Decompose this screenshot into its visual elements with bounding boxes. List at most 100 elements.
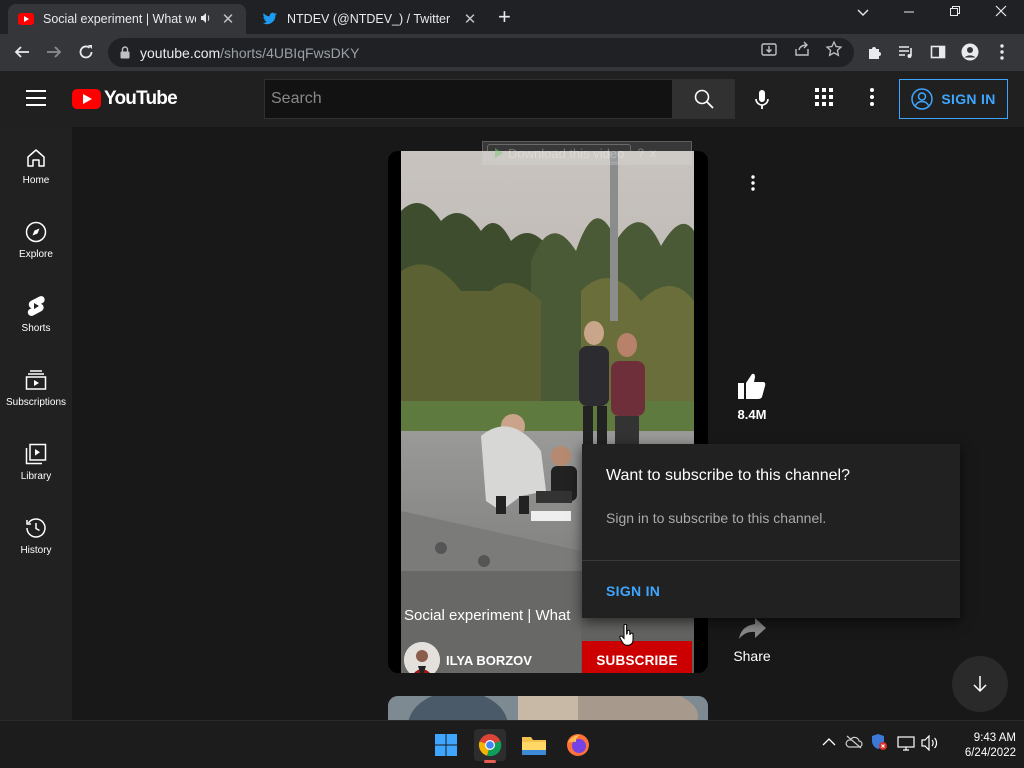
lock-icon[interactable] — [120, 46, 130, 59]
like-count: 8.4M — [737, 407, 767, 422]
close-tab-icon[interactable]: ✕ — [462, 10, 478, 28]
youtube-favicon-icon — [18, 11, 34, 27]
security-shield-icon[interactable] — [870, 733, 888, 754]
reload-icon[interactable] — [74, 40, 98, 64]
share-button[interactable]: Share — [724, 617, 780, 664]
sidebar-item-library[interactable]: Library — [0, 423, 72, 497]
close-window-icon[interactable] — [989, 4, 1013, 20]
sidebar-item-label: History — [20, 545, 52, 556]
shorts-main: Social experiment | What ILYA BORZOV SUB… — [72, 127, 1024, 720]
youtube-logo[interactable]: YouTube — [72, 88, 178, 110]
minimize-icon[interactable] — [897, 4, 921, 20]
channel-avatar[interactable] — [404, 642, 440, 673]
tab-title: NTDEV (@NTDEV_) / Twitter — [287, 12, 451, 26]
popup-heading: Want to subscribe to this channel? — [606, 467, 850, 484]
tab-twitter[interactable]: NTDEV (@NTDEV_) / Twitter ✕ — [252, 4, 488, 34]
library-icon — [25, 443, 47, 465]
youtube-play-logo-icon — [72, 89, 101, 109]
download-video-overlay[interactable]: Download this video ? x — [482, 141, 692, 165]
tab-youtube[interactable]: Social experiment | What wo ✕ — [8, 4, 246, 34]
microphone-icon — [755, 90, 769, 109]
sign-in-label: SIGN IN — [941, 91, 996, 107]
windows-taskbar: 9:43 AM 6/24/2022 — [0, 720, 1024, 768]
sidebar: Home Explore Shorts Subscriptions Librar… — [0, 127, 72, 720]
new-tab-button[interactable]: + — [498, 6, 511, 28]
browser-toolbar: youtube.com/shorts/4UBIqFwsDKY — [0, 34, 1024, 71]
like-button[interactable]: 8.4M — [724, 372, 780, 422]
browser-tab-strip: Social experiment | What wo ✕ NTDEV (@NT… — [0, 0, 1024, 34]
shorts-icon — [27, 296, 45, 316]
install-app-icon[interactable] — [760, 40, 778, 63]
search-input[interactable] — [271, 90, 672, 108]
address-bar[interactable]: youtube.com/shorts/4UBIqFwsDKY — [108, 38, 854, 67]
twitter-favicon-icon — [262, 11, 278, 27]
next-video-button[interactable] — [952, 656, 1008, 712]
browser-menu-icon[interactable] — [990, 40, 1014, 64]
download-help-icon[interactable]: ? — [637, 146, 644, 160]
popup-body: Sign in to subscribe to this channel. — [606, 510, 827, 526]
youtube-header: YouTube SIGN IN — [0, 71, 1024, 127]
firefox-icon[interactable] — [562, 729, 594, 761]
sidebar-item-label: Library — [20, 471, 52, 482]
sidebar-item-label: Home — [22, 175, 50, 186]
chrome-taskbar-icon[interactable] — [474, 729, 506, 763]
sidebar-item-history[interactable]: History — [0, 497, 72, 571]
close-tab-icon[interactable]: ✕ — [220, 10, 236, 28]
account-icon — [911, 88, 934, 110]
media-control-icon[interactable] — [894, 40, 918, 64]
sidebar-item-explore[interactable]: Explore — [0, 201, 72, 275]
profile-avatar-icon[interactable] — [958, 40, 982, 64]
subscriptions-icon — [25, 370, 47, 390]
show-hidden-icons-chevron-icon[interactable] — [822, 735, 836, 750]
extensions-puzzle-icon[interactable] — [862, 40, 886, 64]
volume-icon[interactable] — [921, 734, 939, 754]
channel-info[interactable]: ILYA BORZOV — [404, 642, 532, 673]
file-explorer-icon[interactable] — [518, 729, 550, 761]
system-clock[interactable]: 9:43 AM 6/24/2022 — [946, 731, 1016, 761]
clock-time: 9:43 AM — [973, 732, 1016, 744]
restore-icon[interactable] — [943, 4, 967, 20]
hand-cursor-icon — [619, 623, 635, 651]
sidebar-item-home[interactable]: Home — [0, 127, 72, 201]
share-arrow-icon — [739, 618, 766, 639]
download-video-button[interactable]: Download this video — [487, 143, 632, 163]
header-sign-in-button[interactable]: SIGN IN — [899, 79, 1008, 119]
tab-title: Social experiment | What wo — [43, 12, 196, 26]
url-host: youtube.com — [140, 44, 221, 61]
next-short-preview[interactable] — [388, 696, 708, 720]
sidebar-item-label: Explore — [19, 249, 53, 260]
search-button[interactable] — [672, 79, 735, 119]
side-panel-icon[interactable] — [926, 40, 950, 64]
forward-arrow-icon[interactable] — [42, 40, 66, 64]
download-close-icon[interactable]: x — [650, 146, 656, 160]
sidebar-item-label: Shorts — [21, 323, 51, 334]
history-icon — [26, 518, 46, 538]
search-icon — [694, 89, 714, 109]
video-more-options-icon[interactable] — [741, 171, 765, 195]
voice-search-button[interactable] — [743, 81, 781, 119]
subscribe-signin-popup: Want to subscribe to this channel? Sign … — [582, 444, 960, 618]
audio-playing-icon[interactable] — [200, 12, 216, 27]
settings-more-icon[interactable] — [860, 85, 884, 109]
search-box[interactable] — [264, 79, 672, 119]
popup-sign-in-button[interactable]: SIGN IN — [606, 583, 660, 599]
play-icon — [495, 148, 503, 158]
subscribe-button[interactable]: SUBSCRIBE — [582, 641, 692, 673]
sidebar-item-shorts[interactable]: Shorts — [0, 275, 72, 349]
bookmark-star-icon[interactable] — [825, 40, 843, 63]
clock-date: 6/24/2022 — [964, 747, 1016, 759]
apps-grid-icon[interactable] — [812, 85, 836, 109]
back-arrow-icon[interactable] — [10, 40, 34, 64]
thumbs-up-icon — [738, 373, 766, 399]
share-page-icon[interactable] — [793, 40, 811, 63]
tab-search-chevron-icon[interactable] — [851, 4, 875, 20]
logo-text: YouTube — [104, 88, 178, 109]
menu-hamburger-icon[interactable] — [26, 90, 46, 106]
windows-start-icon[interactable] — [430, 729, 462, 761]
network-icon[interactable] — [897, 735, 915, 754]
onedrive-offline-icon[interactable] — [845, 735, 863, 752]
video-title[interactable]: Social experiment | What — [404, 607, 570, 624]
share-label: Share — [733, 648, 771, 664]
channel-name[interactable]: ILYA BORZOV — [446, 653, 532, 668]
sidebar-item-subscriptions[interactable]: Subscriptions — [0, 349, 72, 423]
